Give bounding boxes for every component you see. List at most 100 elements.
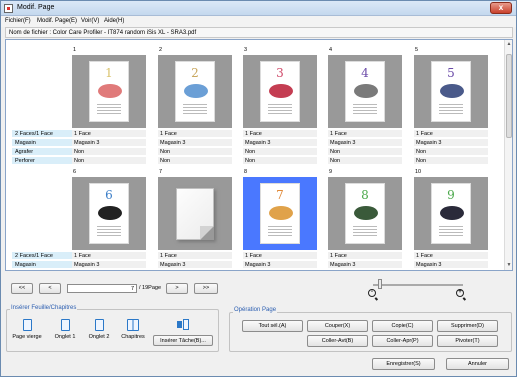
page-property-value: 1 Face <box>414 252 488 260</box>
page-thumbnail[interactable]: 3 <box>243 55 317 128</box>
page-thumbnail[interactable]: 7 <box>243 177 317 250</box>
page-grid: ▲ ▼ 2 Faces/1 Face Magasin Agrafer Perforer… <box>5 39 513 271</box>
select-all-button[interactable]: Tout sél.(A) <box>242 320 303 332</box>
first-page-button[interactable]: << <box>11 283 33 294</box>
scroll-down-arrow-icon[interactable]: ▼ <box>506 262 512 269</box>
page-preview: 7 <box>260 183 300 244</box>
menu-view[interactable]: Voir(V) <box>81 18 99 24</box>
operation-group-title: Opération Page <box>233 307 278 313</box>
page-property-value: Non <box>414 157 488 165</box>
page-thumbnail[interactable]: 4 <box>328 55 402 128</box>
preview-illustration <box>184 84 208 98</box>
zoom-slider[interactable] <box>373 284 463 286</box>
save-button[interactable]: Enregistrer(S) <box>372 358 435 370</box>
row-label: Agrafer <box>12 148 73 156</box>
page-thumbnail[interactable] <box>158 177 232 250</box>
page-property-value: Non <box>243 270 317 271</box>
page-property-value: 1 Face <box>328 252 402 260</box>
page-property-value: Non <box>72 270 146 271</box>
preview-digit: 1 <box>105 66 113 80</box>
insert-task-icon <box>177 319 189 330</box>
page-property-value: Non <box>328 270 402 271</box>
tab-page-icon <box>60 319 70 331</box>
page-preview: 1 <box>89 61 129 122</box>
preview-illustration <box>440 84 464 98</box>
preview-digit: 8 <box>361 188 369 202</box>
blank-page-icon <box>22 319 32 331</box>
preview-text-lines <box>97 226 121 238</box>
page-property-value: Magasin 3 <box>414 139 488 147</box>
page-property-value: Non <box>158 157 232 165</box>
zoom-out-icon[interactable]: - <box>368 289 376 297</box>
page-property-value: Non <box>414 148 488 156</box>
last-page-button[interactable]: >> <box>194 283 218 294</box>
window-title: Modif. Page <box>17 4 55 11</box>
filename-label: Nom de fichier : Color Care Profiler - I… <box>9 30 197 36</box>
insert-blank-page-label: Page vierge <box>12 334 42 340</box>
page-property-value: Non <box>243 148 317 156</box>
page-thumbnail[interactable]: 5 <box>414 55 488 128</box>
insert-task-button[interactable]: Insérer Tâche(B)... <box>153 335 213 346</box>
preview-text-lines <box>353 104 377 116</box>
insert-tab-1-label: Onglet 1 <box>54 334 76 340</box>
page-property-value: Magasin 3 <box>158 261 232 269</box>
insert-blank-page[interactable]: Page vierge <box>10 319 44 340</box>
row-label: Agrafer <box>12 270 73 271</box>
page-thumbnail[interactable]: 8 <box>328 177 402 250</box>
preview-text-lines <box>439 104 463 116</box>
preview-illustration <box>98 206 122 220</box>
insert-chapters-label: Chapitres <box>121 334 145 340</box>
page-thumbnail[interactable]: 1 <box>72 55 146 128</box>
page-property-value: Magasin 3 <box>328 139 402 147</box>
page-property-value: 1 Face <box>158 130 232 138</box>
page-property-value: Magasin 3 <box>328 261 402 269</box>
page-property-value: 1 Face <box>158 252 232 260</box>
page-property-value: Non <box>72 157 146 165</box>
zoom-slider-thumb[interactable] <box>378 279 382 289</box>
page-property-value: 1 Face <box>72 252 146 260</box>
cut-button[interactable]: Couper(X) <box>307 320 368 332</box>
scrollbar-thumb[interactable] <box>506 54 512 138</box>
page-property-value: Non <box>328 148 402 156</box>
page-property-value: Non <box>328 157 402 165</box>
paste-before-button[interactable]: Coller-Avt(B) <box>307 335 368 347</box>
page-thumbnail[interactable]: 9 <box>414 177 488 250</box>
page-number: 10 <box>415 169 422 175</box>
preview-illustration <box>269 84 293 98</box>
delete-button[interactable]: Supprimer(D) <box>437 320 498 332</box>
insert-chapters[interactable]: Chapitres <box>116 319 150 340</box>
next-page-button[interactable]: > <box>166 283 188 294</box>
preview-illustration <box>98 84 122 98</box>
app-icon <box>4 4 13 13</box>
page-number-input[interactable]: 7 <box>67 284 137 293</box>
insert-tab-2[interactable]: Onglet 2 <box>82 319 116 340</box>
scroll-up-arrow-icon[interactable]: ▲ <box>506 41 512 48</box>
rotate-button[interactable]: Pivoter(T) <box>437 335 498 347</box>
vertical-scrollbar[interactable]: ▲ ▼ <box>504 40 512 270</box>
menu-help[interactable]: Aide(H) <box>104 18 124 24</box>
close-button[interactable]: x <box>490 2 512 14</box>
blank-page-icon <box>176 188 214 240</box>
chapters-icon <box>127 319 139 331</box>
page-preview: 3 <box>260 61 300 122</box>
page-number: 3 <box>244 47 248 53</box>
page-property-value: 1 Face <box>414 130 488 138</box>
row-label: 2 Faces/1 Face <box>12 130 73 138</box>
page-thumbnail[interactable]: 6 <box>72 177 146 250</box>
page-thumbnail[interactable]: 2 <box>158 55 232 128</box>
page-total-label: / 19Page <box>139 285 162 291</box>
page-number: 6 <box>73 169 77 175</box>
paste-after-button[interactable]: Coller-Apr(P) <box>372 335 433 347</box>
zoom-in-icon[interactable]: + <box>456 289 464 297</box>
copy-button[interactable]: Copie(C) <box>372 320 433 332</box>
preview-text-lines <box>268 226 292 238</box>
menu-edit-page[interactable]: Modif. Page(E) <box>37 18 77 24</box>
menu-file[interactable]: Fichier(F) <box>5 18 31 24</box>
row-label: Perforer <box>12 157 73 165</box>
page-property-value: Magasin 3 <box>72 261 146 269</box>
page-preview: 9 <box>431 183 471 244</box>
insert-tab-1[interactable]: Onglet 1 <box>48 319 82 340</box>
previous-page-button[interactable]: < <box>39 283 61 294</box>
cancel-button[interactable]: Annuler <box>446 358 509 370</box>
preview-text-lines <box>97 104 121 116</box>
